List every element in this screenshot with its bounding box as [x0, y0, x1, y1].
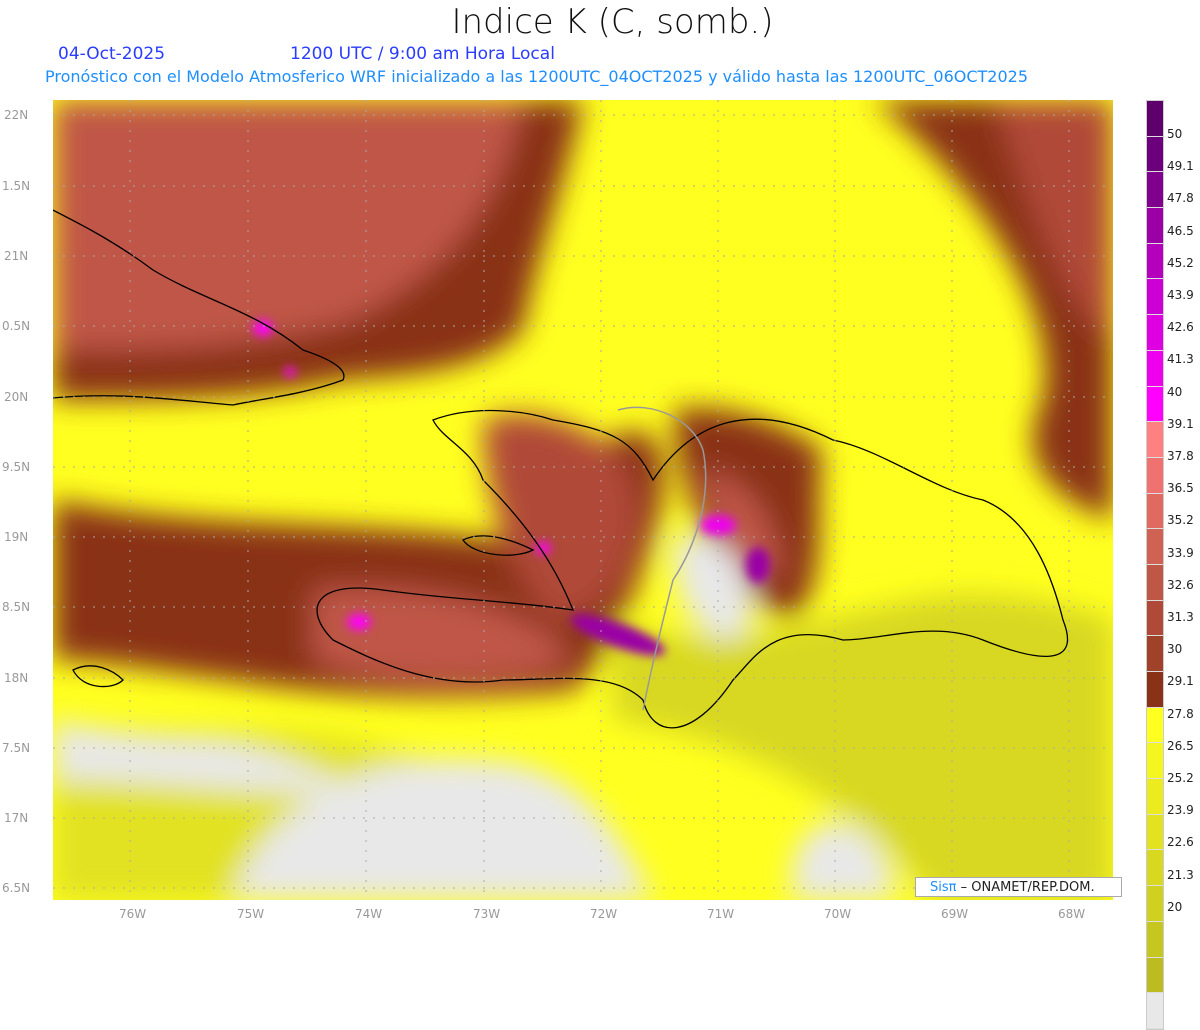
colorbar-swatch: [1147, 672, 1163, 708]
colorbar-swatch: [1147, 136, 1163, 173]
lat-label: 6.5N: [2, 881, 31, 895]
colorbar-swatch: [1147, 101, 1163, 137]
lat-label: 7.5N: [2, 741, 31, 755]
colorbar-swatch: [1147, 600, 1163, 637]
colorbar-label: 30: [1167, 642, 1183, 657]
colorbar-label: 50: [1167, 127, 1183, 141]
colorbar-swatch: [1147, 208, 1163, 244]
colorbar-swatch: [1147, 386, 1163, 423]
colorbar-swatch: [1147, 886, 1163, 922]
lat-label: 8.5N: [2, 600, 31, 614]
colorbar-swatch: [1147, 993, 1163, 1029]
lon-label: 74W: [355, 907, 383, 921]
colorbar-label: 26.5: [1167, 738, 1194, 753]
credit-box: Sisπ – ONAMET/REP.DOM.: [915, 877, 1122, 897]
colorbar-label: 46.5: [1167, 223, 1194, 238]
colorbar-label: 21.3: [1167, 867, 1194, 882]
forecast-date: 04-Oct-2025: [58, 44, 166, 64]
lon-label: 75W: [237, 907, 265, 921]
forecast-time: 1200 UTC / 9:00 am Hora Local: [290, 44, 555, 64]
colorbar-label: 37.8: [1167, 449, 1194, 463]
colorbar: [1146, 100, 1164, 1030]
colorbar-swatch: [1147, 422, 1163, 458]
colorbar-swatch: [1147, 707, 1163, 744]
colorbar-label: 35.2: [1167, 513, 1194, 528]
colorbar-label: 41.3: [1167, 352, 1194, 367]
lon-label: 68W: [1058, 907, 1086, 921]
lat-label: 22N: [4, 108, 29, 122]
lat-label: 19N: [4, 530, 29, 544]
lat-label: 21N: [4, 249, 29, 263]
colorbar-label: 43.9: [1167, 288, 1194, 302]
colorbar-label: 25.2: [1167, 771, 1194, 785]
lat-label: 0.5N: [2, 319, 31, 333]
lon-label: 69W: [941, 907, 969, 921]
colorbar-label: 49.1: [1167, 159, 1194, 174]
colorbar-label: 29.1: [1167, 674, 1194, 689]
colorbar-label: 42.6: [1167, 320, 1194, 335]
colorbar-label: 40: [1167, 384, 1183, 399]
colorbar-swatch: [1147, 957, 1163, 994]
colorbar-swatch: [1147, 350, 1163, 387]
model-description: Pronóstico con el Modelo Atmosferico WRF…: [45, 67, 1029, 86]
colorbar-label: 47.8: [1167, 191, 1194, 206]
colorbar-swatch: [1147, 172, 1163, 209]
lat-label: 18N: [4, 671, 29, 685]
lon-label: 72W: [590, 907, 618, 921]
colorbar-label: 20: [1167, 899, 1183, 914]
colorbar-label: 22.6: [1167, 835, 1194, 850]
map-title: Indice K (C, somb.): [451, 2, 774, 42]
colorbar-swatch: [1147, 850, 1163, 887]
colorbar-swatch: [1147, 921, 1163, 958]
colorbar-swatch: [1147, 529, 1163, 565]
lat-label: 20N: [4, 390, 29, 404]
colorbar-label: 32.6: [1167, 577, 1194, 592]
colorbar-swatch: [1147, 636, 1163, 672]
lon-label: 71W: [707, 907, 735, 921]
colorbar-swatch: [1147, 457, 1163, 494]
lat-label: 9.5N: [2, 460, 31, 474]
lat-label: 1.5N: [2, 179, 31, 193]
k-index-map: [53, 100, 1113, 900]
colorbar-swatch: [1147, 315, 1163, 351]
lon-label: 70W: [824, 907, 852, 921]
colorbar-swatch: [1147, 814, 1163, 851]
lon-label: 76W: [119, 907, 147, 921]
lon-label: 73W: [473, 907, 501, 921]
colorbar-label: 39.1: [1167, 416, 1194, 431]
colorbar-swatch: [1147, 243, 1163, 280]
colorbar-swatch: [1147, 743, 1163, 780]
lat-label: 17N: [4, 811, 29, 825]
colorbar-label: 23.9: [1167, 803, 1194, 818]
colorbar-swatch: [1147, 779, 1163, 815]
colorbar-label: 36.5: [1167, 481, 1194, 496]
sispi-logo: Sisπ: [930, 880, 957, 895]
colorbar-label: 31.3: [1167, 610, 1194, 624]
credit-text: – ONAMET/REP.DOM.: [956, 880, 1095, 895]
colorbar-swatch: [1147, 564, 1163, 601]
colorbar-label: 27.8: [1167, 706, 1194, 721]
colorbar-label: 45.2: [1167, 255, 1194, 270]
colorbar-swatch: [1147, 493, 1163, 530]
colorbar-label: 33.9: [1167, 545, 1194, 560]
colorbar-swatch: [1147, 279, 1163, 316]
